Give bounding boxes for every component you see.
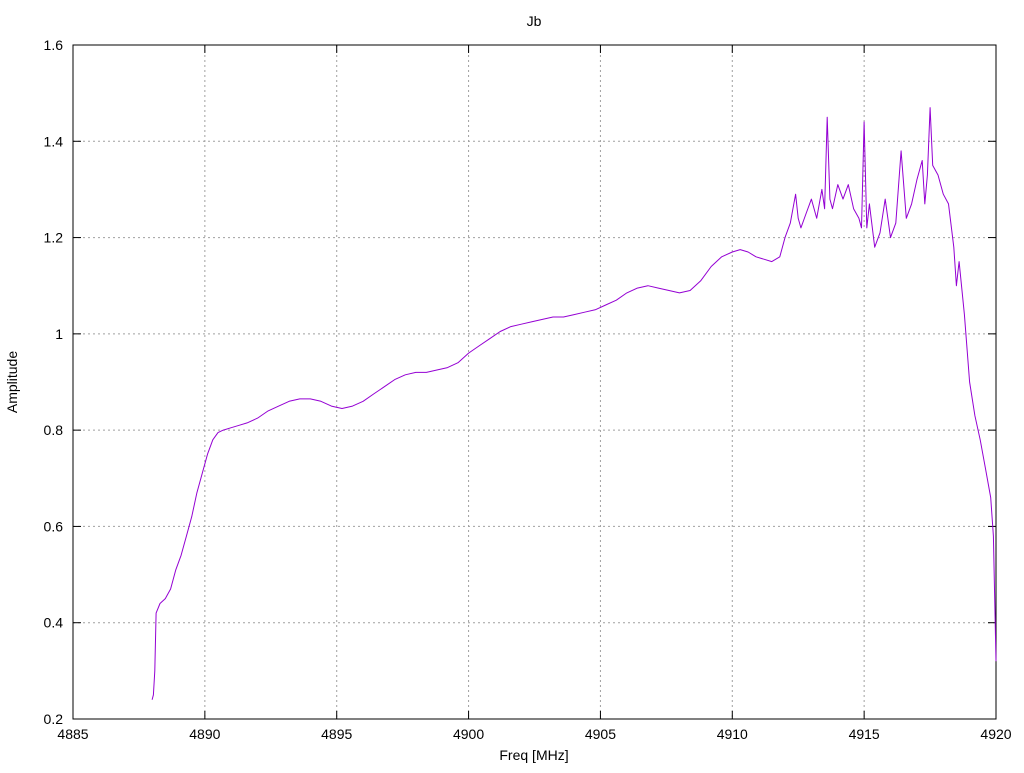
y-tick-label: 0.8 [44, 422, 64, 438]
line-chart: Jb 4885 4890 4895 4900 4905 4910 4915 4920 0.2 0.… [4, 13, 1012, 763]
x-tick-label: 4895 [321, 726, 352, 742]
grid [73, 45, 996, 719]
x-axis-label: Freq [MHz] [499, 747, 568, 763]
chart-title: Jb [527, 13, 542, 29]
x-tick-label: 4885 [57, 726, 88, 742]
y-tick-label: 1.4 [44, 133, 64, 149]
axis-ticks: 4885 4890 4895 4900 4905 4910 4915 4920 0.2 0.4 0.… [44, 37, 1012, 742]
x-tick-label: 4915 [849, 726, 880, 742]
plot-frame [72, 44, 997, 720]
series-line-0 [151, 107, 997, 700]
series-layer [151, 107, 997, 700]
y-tick-label: 0.4 [44, 615, 64, 631]
x-tick-label: 4920 [980, 726, 1011, 742]
y-tick-label: 1.2 [44, 230, 64, 246]
y-tick-label: 0.6 [44, 518, 64, 534]
x-tick-label: 4890 [189, 726, 220, 742]
x-tick-label: 4910 [717, 726, 748, 742]
y-tick-label: 1 [55, 326, 63, 342]
y-tick-label: 0.2 [44, 711, 64, 727]
x-tick-label: 4900 [453, 726, 484, 742]
chart-container: Jb 4885 4890 4895 4900 4905 4910 4915 4920 0.2 0.… [0, 0, 1024, 768]
x-tick-label: 4905 [585, 726, 616, 742]
y-tick-label: 1.6 [44, 37, 64, 53]
y-axis-label: Amplitude [4, 351, 20, 413]
